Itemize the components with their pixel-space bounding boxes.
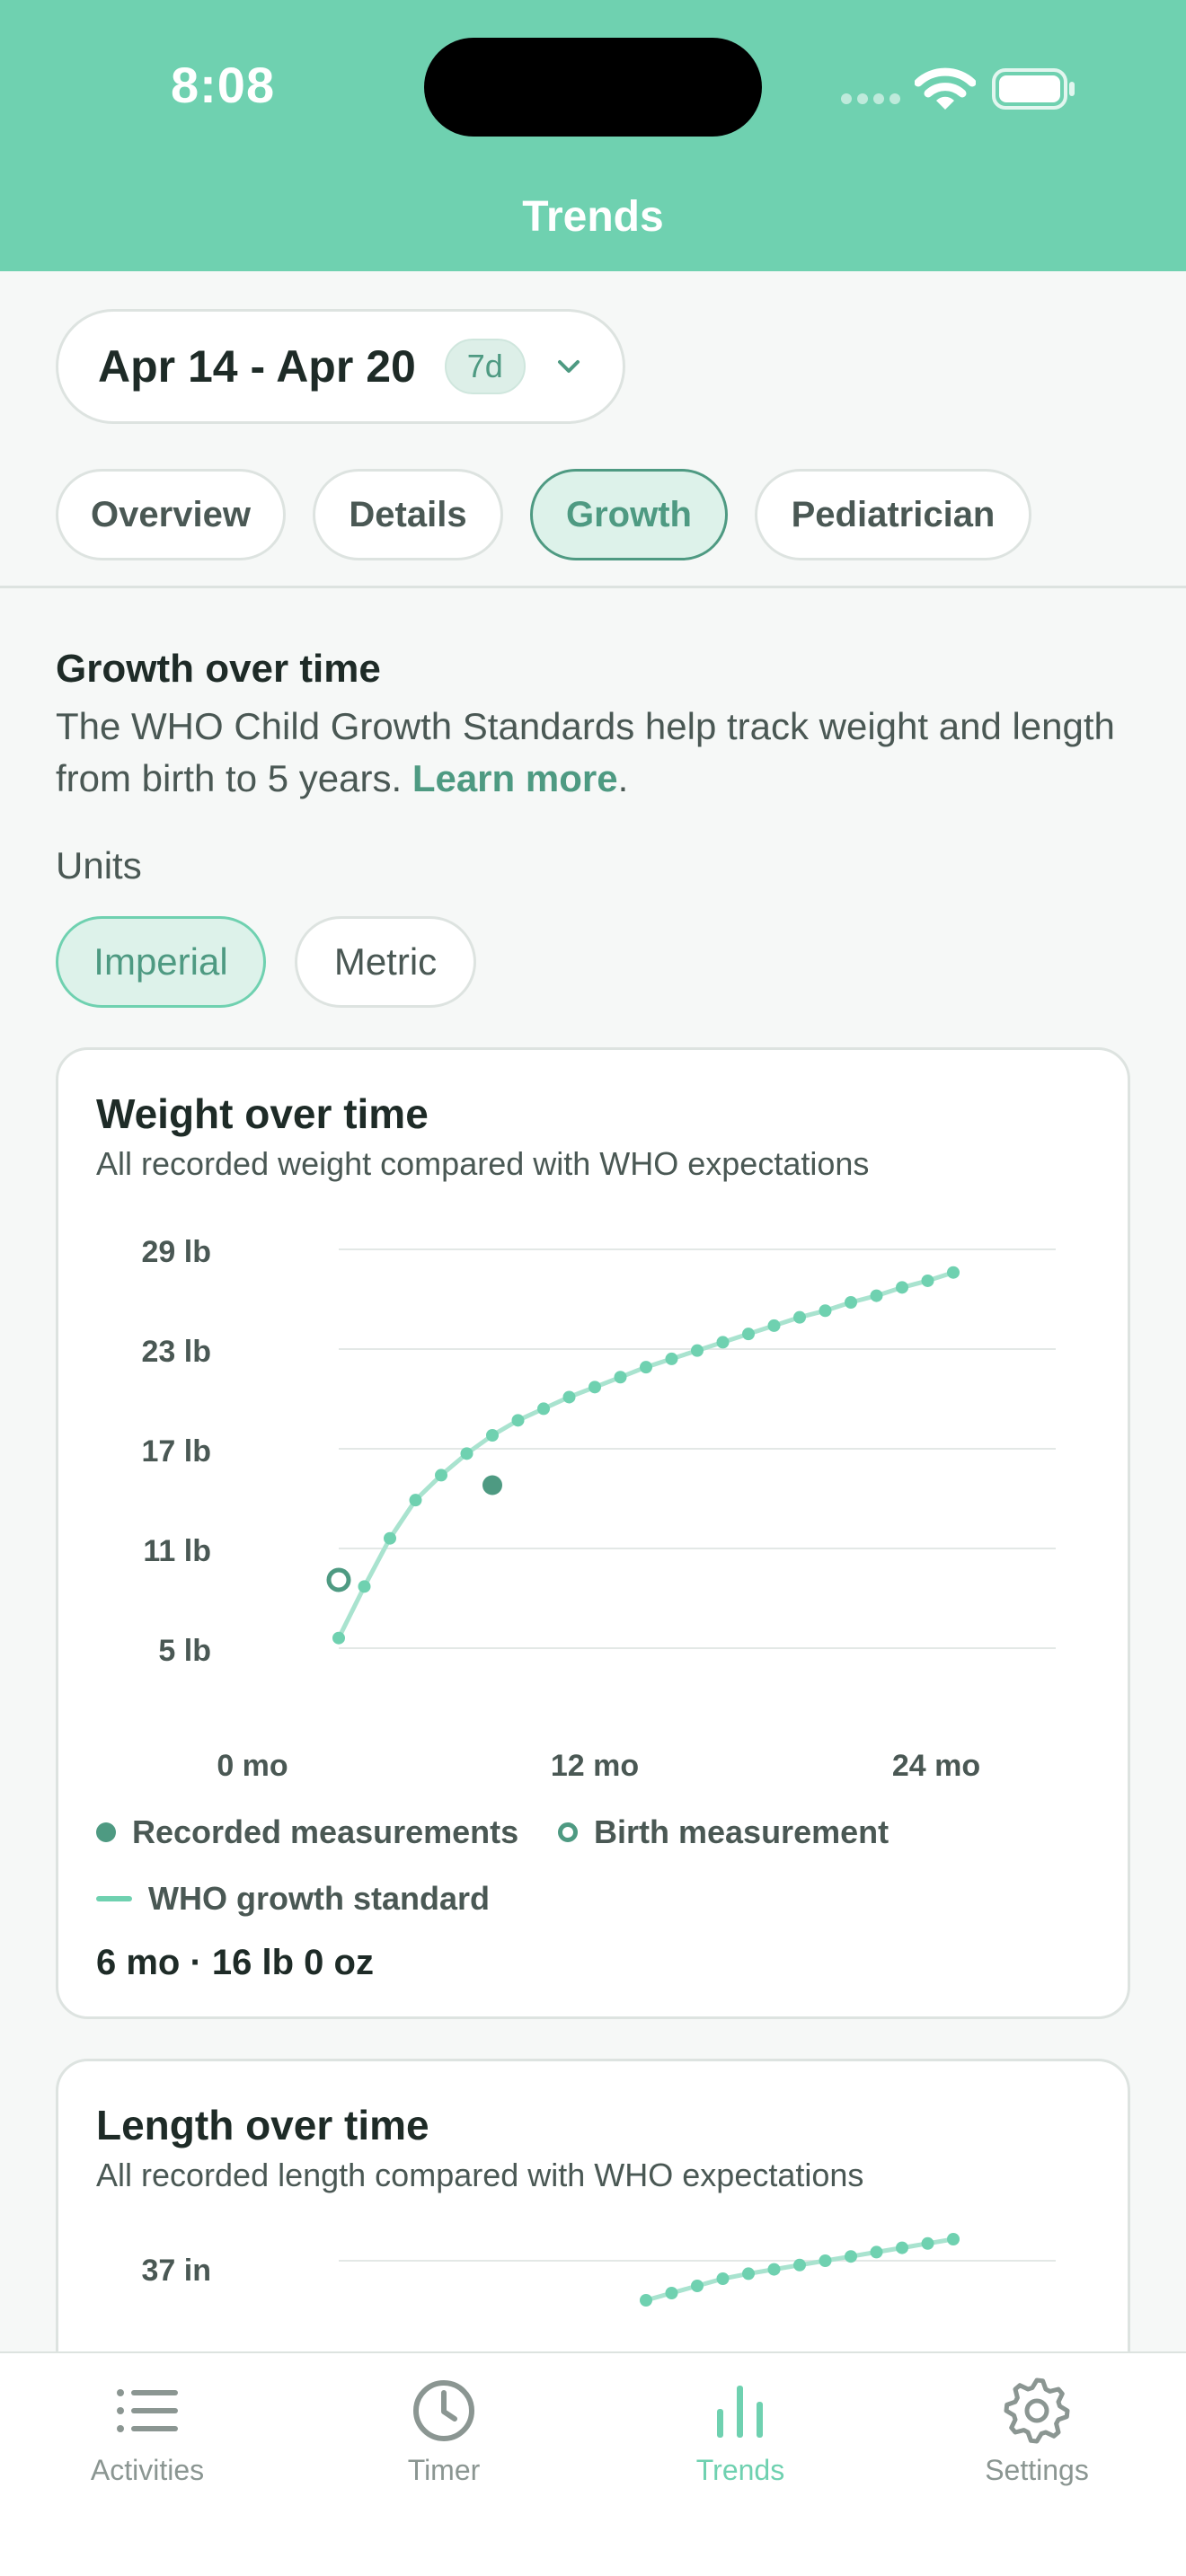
- who-standard-point: [665, 1352, 678, 1365]
- page-title: Trends: [522, 193, 664, 241]
- who-standard-point: [896, 1281, 908, 1294]
- clock-icon: [413, 2380, 474, 2441]
- legend-birth: Birth measurement: [558, 1813, 889, 1851]
- battery-icon: [992, 68, 1075, 110]
- selected-point-readout: 6 mo · 16 lb 0 oz: [96, 1943, 374, 1982]
- who-standard-point: [562, 1390, 576, 1404]
- nav-label-timer: Timer: [407, 2454, 481, 2486]
- unit-metric-button[interactable]: Metric: [295, 916, 476, 1008]
- who-standard-point: [409, 1494, 422, 1507]
- date-range-selector[interactable]: Apr 14 - Apr 20 7d: [56, 309, 625, 424]
- who-standard-point: [947, 2233, 960, 2245]
- recorded-point: [482, 1475, 502, 1495]
- legend-recorded: Recorded measurements: [96, 1813, 518, 1851]
- cellular-signal-icon: [841, 93, 900, 104]
- x-tick-label: 12 mo: [551, 1749, 639, 1783]
- y-tick-label: 5 lb: [158, 1634, 211, 1668]
- birth-point: [326, 1567, 351, 1592]
- description-end: .: [617, 757, 629, 799]
- who-standard-point: [486, 1429, 499, 1442]
- who-standard-point: [819, 1304, 832, 1318]
- who-standard-point: [845, 2250, 857, 2263]
- who-standard-point: [640, 2294, 652, 2307]
- who-standard-point: [614, 1371, 627, 1384]
- y-tick-label: 37 in: [142, 2254, 211, 2288]
- legend-birth-label: Birth measurement: [594, 1813, 890, 1850]
- header-bar: 8:08 Trends: [0, 0, 1186, 271]
- who-standard-line: [336, 1270, 954, 1639]
- who-standard-point: [332, 1631, 345, 1645]
- who-standard-point: [537, 1402, 550, 1416]
- y-tick-label: 23 lb: [142, 1335, 211, 1369]
- bar-chart-icon: [717, 2386, 763, 2438]
- list-icon: [117, 2389, 178, 2432]
- legend-recorded-label: Recorded measurements: [132, 1813, 519, 1850]
- who-standard-point: [716, 1336, 730, 1349]
- recorded-dot-icon: [96, 1822, 116, 1842]
- who-standard-point: [793, 2258, 806, 2272]
- tab-overview[interactable]: Overview: [56, 469, 286, 560]
- who-standard-point: [691, 2280, 704, 2292]
- tab-growth[interactable]: Growth: [530, 469, 728, 560]
- who-standard-point: [767, 1319, 781, 1332]
- weight-chart[interactable]: 29 lb 23 lb 17 lb 11 lb 5 lb 0 mo 12 mo 24 mo: [58, 1050, 1133, 1813]
- who-standard-point: [640, 1361, 652, 1374]
- section-description: The WHO Child Growth Standards help trac…: [56, 701, 1134, 805]
- who-standard-point: [435, 1469, 447, 1482]
- chevron-down-icon: [557, 360, 580, 373]
- who-standard-point: [819, 2254, 832, 2267]
- who-standard-point: [845, 1296, 857, 1309]
- legend-standard: WHO growth standard: [96, 1880, 490, 1918]
- who-standard-point: [742, 1328, 755, 1341]
- nav-label-trends: Trends: [695, 2454, 785, 2486]
- bottom-tab-bar: Activities Timer Trends Settings: [0, 2351, 1186, 2576]
- legend-standard-label: WHO growth standard: [148, 1880, 490, 1917]
- who-standard-point: [511, 1414, 525, 1427]
- who-standard-point: [716, 2272, 730, 2285]
- who-standard-point: [384, 1531, 396, 1545]
- who-standard-point: [921, 2236, 934, 2250]
- who-standard-point: [767, 2263, 781, 2276]
- who-standard-point: [921, 1274, 934, 1287]
- section-title: Growth over time: [56, 647, 381, 691]
- dynamic-island: [424, 38, 762, 137]
- who-standard-point: [793, 1310, 806, 1324]
- gear-icon: [1004, 2378, 1070, 2444]
- who-standard-point: [358, 1580, 371, 1593]
- range-badge: 7d: [444, 339, 526, 394]
- status-time: 8:08: [171, 57, 276, 113]
- y-tick-label: 29 lb: [142, 1235, 211, 1269]
- who-standard-point: [947, 1266, 960, 1279]
- birth-ring-icon: [558, 1822, 578, 1842]
- standard-line-icon: [96, 1896, 132, 1901]
- who-standard-point: [870, 1289, 883, 1302]
- units-label: Units: [56, 844, 142, 887]
- nav-item-settings[interactable]: Settings: [929, 2371, 1145, 2487]
- who-standard-point: [870, 2245, 883, 2259]
- nav-item-trends[interactable]: Trends: [633, 2371, 848, 2487]
- nav-label-settings: Settings: [985, 2454, 1089, 2486]
- y-tick-label: 11 lb: [143, 1534, 211, 1568]
- x-tick-label: 24 mo: [892, 1749, 980, 1783]
- who-standard-point: [896, 2241, 908, 2254]
- nav-item-timer[interactable]: Timer: [336, 2371, 552, 2487]
- divider: [0, 586, 1186, 588]
- who-standard-point: [742, 2267, 755, 2280]
- nav-item-activities[interactable]: Activities: [40, 2371, 255, 2487]
- who-standard-point: [665, 2287, 678, 2299]
- who-standard-point: [460, 1447, 474, 1460]
- tab-pediatrician[interactable]: Pediatrician: [755, 469, 1031, 560]
- x-tick-label: 0 mo: [217, 1749, 288, 1783]
- date-range-label: Apr 14 - Apr 20: [98, 341, 416, 392]
- nav-label-activities: Activities: [90, 2454, 205, 2486]
- wifi-icon: [915, 67, 976, 110]
- who-standard-point: [691, 1344, 704, 1357]
- who-standard-point: [589, 1381, 601, 1394]
- y-tick-label: 17 lb: [142, 1434, 211, 1469]
- unit-imperial-button[interactable]: Imperial: [56, 916, 266, 1008]
- weight-card: Weight over time All recorded weight com…: [56, 1047, 1130, 2019]
- learn-more-link[interactable]: Learn more: [412, 757, 618, 799]
- tab-details[interactable]: Details: [313, 469, 503, 560]
